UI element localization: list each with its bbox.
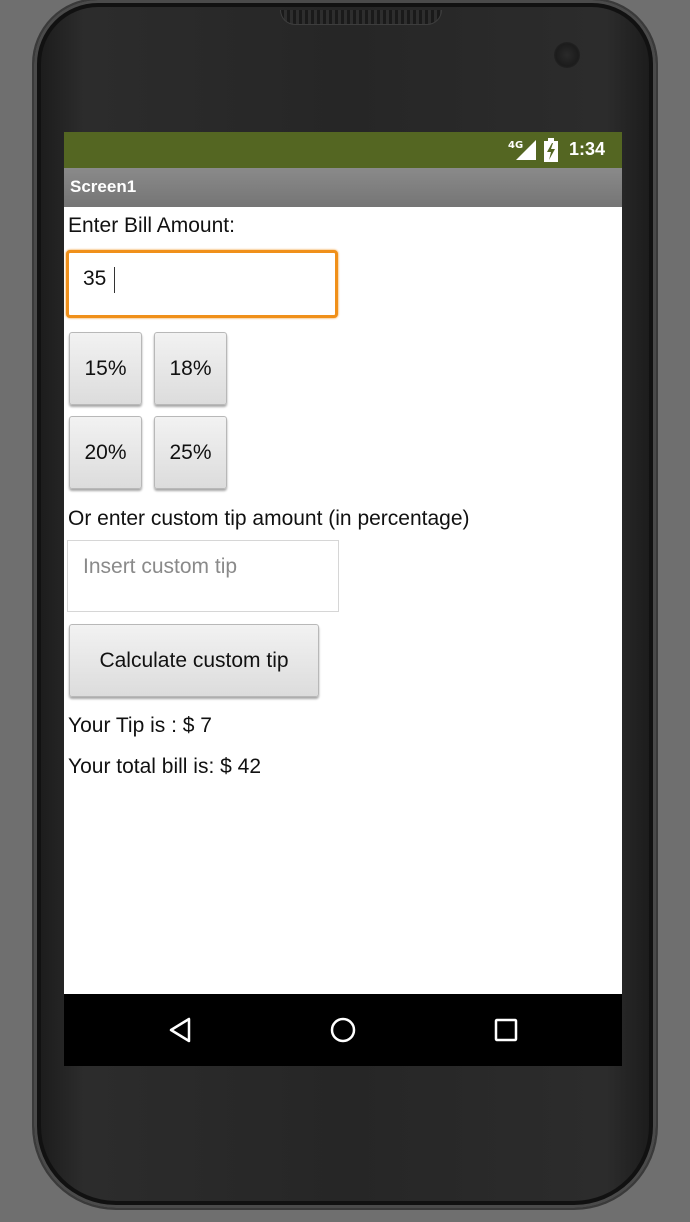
app-screen: 4G 1:34 Screen1 Enter Bill Amount: 35 15…	[64, 132, 622, 1066]
title-bar: Screen1	[64, 168, 622, 207]
custom-tip-input[interactable]: Insert custom tip	[67, 540, 339, 612]
status-time: 1:34	[569, 139, 606, 159]
total-bill-label: Your total bill is: $ 42	[68, 755, 262, 778]
status-bar: 4G 1:34	[64, 132, 622, 168]
tip-15-button[interactable]: 15%	[69, 332, 142, 405]
tip-20-button[interactable]: 20%	[69, 416, 142, 489]
bill-amount-value: 35	[83, 267, 107, 290]
bill-amount-label: Enter Bill Amount:	[68, 214, 235, 237]
signal-icon	[516, 140, 536, 160]
custom-tip-placeholder: Insert custom tip	[83, 555, 238, 578]
tip-result-label: Your Tip is : $ 7	[68, 714, 212, 737]
home-icon[interactable]	[329, 1016, 357, 1044]
recents-icon[interactable]	[492, 1016, 520, 1044]
screen-title: Screen1	[70, 177, 137, 196]
battery-charging-icon	[544, 138, 558, 162]
bill-amount-input[interactable]: 35	[66, 250, 338, 318]
front-camera	[554, 42, 580, 68]
calculate-custom-tip-button[interactable]: Calculate custom tip	[69, 624, 319, 697]
text-cursor	[114, 267, 115, 293]
speaker-grille	[280, 10, 442, 25]
tip-25-button[interactable]: 25%	[154, 416, 227, 489]
tip-18-button[interactable]: 18%	[154, 332, 227, 405]
back-icon[interactable]	[167, 1016, 195, 1044]
custom-tip-label: Or enter custom tip amount (in percentag…	[68, 507, 470, 530]
navigation-bar	[64, 994, 622, 1066]
